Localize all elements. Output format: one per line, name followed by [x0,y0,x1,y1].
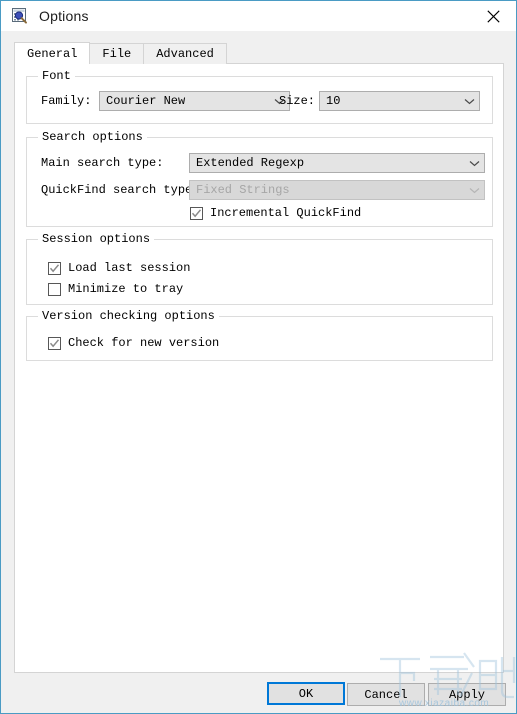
cancel-button[interactable]: Cancel [347,683,425,706]
tab-strip: General File Advanced [14,42,504,64]
font-group-title: Font [38,69,75,83]
load-last-session-label: Load last session [68,261,191,275]
check-for-new-version-checkbox[interactable]: Check for new version [48,336,219,350]
checkbox-box [190,206,203,220]
font-size-label: Size: [279,94,316,108]
minimize-to-tray-label: Minimize to tray [68,282,184,296]
checkbox-box [48,336,61,350]
session-options-group-title: Session options [38,232,155,246]
chevron-down-icon [464,160,484,167]
quickfind-search-type-label: QuickFind search type: [41,183,200,197]
cancel-button-label: Cancel [364,687,408,702]
close-button[interactable] [471,1,516,31]
tab-general[interactable]: General [14,42,91,64]
font-group: Font Family: Courier New Size: 10 [26,69,493,124]
search-options-group: Search options Main search type: Extende… [26,130,493,227]
version-checking-group: Version checking options Check for new v… [26,309,493,361]
font-family-label: Family: [41,94,92,108]
ok-button[interactable]: OK [267,682,345,705]
options-search-icon [11,7,29,25]
chevron-down-icon [459,98,479,105]
ok-button-label: OK [298,686,314,701]
options-dialog: Options General File Advanced Font Famil… [0,0,517,714]
quickfind-search-type-combo: Fixed Strings [189,180,485,200]
main-search-type-value: Extended Regexp [196,156,305,170]
version-checking-group-title: Version checking options [38,309,219,323]
tab-file-label: File [102,47,132,61]
title-bar: Options [1,1,516,31]
tab-file[interactable]: File [89,43,145,64]
apply-button[interactable]: Apply [428,683,506,706]
apply-button-label: Apply [448,687,485,702]
incremental-quickfind-checkbox[interactable]: Incremental QuickFind [190,206,361,220]
session-options-group: Session options Load last session Minimi… [26,232,493,305]
minimize-to-tray-checkbox[interactable]: Minimize to tray [48,282,183,296]
font-family-combo[interactable]: Courier New [99,91,290,111]
window-title: Options [39,8,89,24]
dialog-footer: OK Cancel Apply [1,674,516,713]
tab-advanced[interactable]: Advanced [143,43,227,64]
tab-advanced-label: Advanced [156,47,214,61]
font-size-combo[interactable]: 10 [319,91,480,111]
quickfind-search-type-value: Fixed Strings [196,183,290,197]
chevron-down-icon [464,187,484,194]
font-family-value: Courier New [106,94,186,108]
tab-panel-general: Font Family: Courier New Size: 10 Search… [14,63,504,673]
incremental-quickfind-label: Incremental QuickFind [210,206,362,220]
main-search-type-label: Main search type: [41,156,164,170]
font-size-value: 10 [326,94,341,108]
main-search-type-combo[interactable]: Extended Regexp [189,153,485,173]
load-last-session-checkbox[interactable]: Load last session [48,261,190,275]
tab-general-label: General [27,46,78,61]
checkbox-box [48,282,61,296]
checkbox-box [48,261,61,275]
search-options-group-title: Search options [38,130,147,144]
check-for-new-version-label: Check for new version [68,336,220,350]
